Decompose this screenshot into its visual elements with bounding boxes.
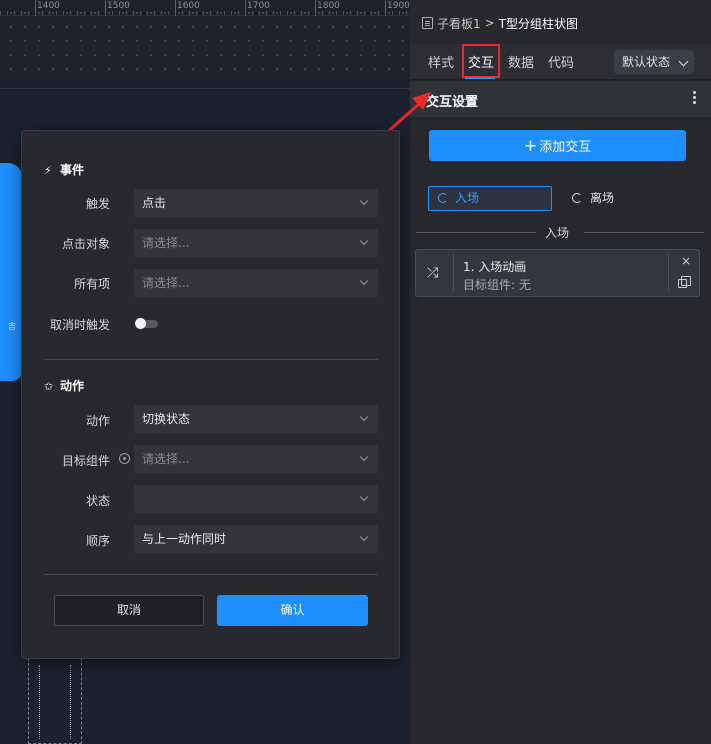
segment-leave[interactable]: 离场 xyxy=(570,186,614,211)
cursor-click-icon xyxy=(572,193,582,203)
breadcrumb-parent[interactable]: 子看板1 xyxy=(437,15,481,32)
ruler-label: 1500 xyxy=(107,1,130,11)
chevron-down-icon xyxy=(359,196,369,206)
interaction-dialog: ⚡ 事件 触发 点击 点击对象 请选择... 所有项 请选择... 取消时触发 ✩… xyxy=(21,130,400,659)
panel-tabs: 样式 交互 数据 代码 默认状态 xyxy=(410,44,711,80)
selected-component-frame[interactable] xyxy=(28,658,82,744)
more-vertical-icon[interactable] xyxy=(693,91,697,107)
ruler-major-tick xyxy=(245,0,246,16)
interaction-card-subtitle: 目标组件: 无 xyxy=(463,278,531,292)
divider-line xyxy=(416,232,536,233)
action-label: 动作 xyxy=(85,414,110,428)
cursor-click-icon xyxy=(438,193,448,203)
chevron-down-icon xyxy=(359,532,369,542)
close-icon[interactable]: × xyxy=(681,254,691,268)
tab-code[interactable]: 代码 xyxy=(548,52,574,71)
order-label: 顺序 xyxy=(85,534,110,548)
ruler-label: 1900 xyxy=(387,1,410,11)
ruler-major-tick xyxy=(35,0,36,16)
map-region-label: 吉 xyxy=(8,322,16,331)
ruler-label: 1700 xyxy=(247,1,270,11)
ruler-label: 1400 xyxy=(37,1,60,11)
cancel-trigger-label: 取消时触发 xyxy=(49,318,110,332)
target-picker-icon[interactable] xyxy=(119,453,130,464)
horizontal-ruler: 1400 1500 1600 1700 1800 1900 xyxy=(0,0,410,82)
card-separator xyxy=(453,254,454,292)
state-dropdown[interactable]: 默认状态 xyxy=(614,50,694,74)
modal-divider xyxy=(44,574,378,575)
event-group-title: ⚡ 事件 xyxy=(44,163,85,177)
action-icon: ✩ xyxy=(44,380,54,393)
chevron-down-icon xyxy=(678,56,689,67)
confirm-button[interactable]: 确认 xyxy=(217,595,368,626)
interaction-card[interactable]: ⤮ 1. 入场动画 目标组件: 无 × xyxy=(415,249,700,297)
modal-divider xyxy=(44,359,378,360)
section-header: 交互设置 xyxy=(410,81,711,117)
breadcrumb: 子看板1 > T型分组柱状图 xyxy=(422,14,578,32)
trigger-select[interactable]: 点击 xyxy=(134,189,378,217)
copy-icon[interactable] xyxy=(678,276,691,288)
shuffle-icon: ⤮ xyxy=(427,265,439,281)
state-select[interactable] xyxy=(134,485,378,513)
target-component-select[interactable]: 请选择... xyxy=(134,445,378,473)
property-panel: 子看板1 > T型分组柱状图 样式 交互 数据 代码 默认状态 交互设置 + 添加… xyxy=(410,0,711,744)
active-tab-indicator xyxy=(465,77,495,79)
click-target-label: 点击对象 xyxy=(61,237,110,251)
breadcrumb-separator: > xyxy=(484,16,495,30)
ruler-major-tick xyxy=(175,0,176,16)
tab-data[interactable]: 数据 xyxy=(508,52,534,71)
action-select[interactable]: 切换状态 xyxy=(134,405,378,433)
map-component[interactable]: 吉 xyxy=(0,163,22,381)
ruler-major-tick xyxy=(315,0,316,16)
section-title: 交互设置 xyxy=(426,95,479,110)
cancel-button[interactable]: 取消 xyxy=(54,595,204,626)
cancel-trigger-toggle[interactable] xyxy=(135,318,158,329)
state-dropdown-value: 默认状态 xyxy=(622,55,671,69)
add-interaction-button[interactable]: + 添加交互 xyxy=(429,130,686,161)
click-target-select[interactable]: 请选择... xyxy=(134,229,378,257)
annotation-highlight-box xyxy=(462,44,500,78)
segment-leave-label: 离场 xyxy=(590,191,615,205)
chevron-down-icon xyxy=(359,492,369,502)
ruler-major-tick xyxy=(105,0,106,16)
chevron-down-icon xyxy=(359,236,369,246)
chevron-down-icon xyxy=(359,452,369,462)
chevron-down-icon xyxy=(359,276,369,286)
ruler-major-tick xyxy=(385,0,386,16)
target-component-label: 目标组件 xyxy=(61,454,110,468)
list-divider: 入场 xyxy=(416,224,704,240)
lightning-icon: ⚡ xyxy=(44,164,52,177)
ruler-label: 1600 xyxy=(177,1,200,11)
breadcrumb-current: T型分组柱状图 xyxy=(498,16,579,31)
segment-enter-label: 入场 xyxy=(455,191,480,205)
divider-label: 入场 xyxy=(545,226,570,240)
state-label: 状态 xyxy=(85,494,110,508)
ruler-label: 1800 xyxy=(317,1,340,11)
trigger-label: 触发 xyxy=(85,197,110,211)
chevron-down-icon xyxy=(359,412,369,422)
interaction-card-title: 1. 入场动画 xyxy=(463,260,527,274)
segment-enter[interactable]: 入场 xyxy=(428,186,552,211)
card-separator xyxy=(668,254,669,292)
tab-style[interactable]: 样式 xyxy=(428,52,454,71)
all-items-select[interactable]: 请选择... xyxy=(134,269,378,297)
order-select[interactable]: 与上一动作同时 xyxy=(134,525,378,553)
plus-icon: + xyxy=(523,136,538,155)
all-items-label: 所有项 xyxy=(73,277,110,291)
ruler-ticks xyxy=(0,0,410,16)
board-icon xyxy=(422,17,433,29)
action-group-title: ✩ 动作 xyxy=(44,379,85,393)
add-interaction-label: 添加交互 xyxy=(539,140,592,155)
divider-line xyxy=(584,232,704,233)
